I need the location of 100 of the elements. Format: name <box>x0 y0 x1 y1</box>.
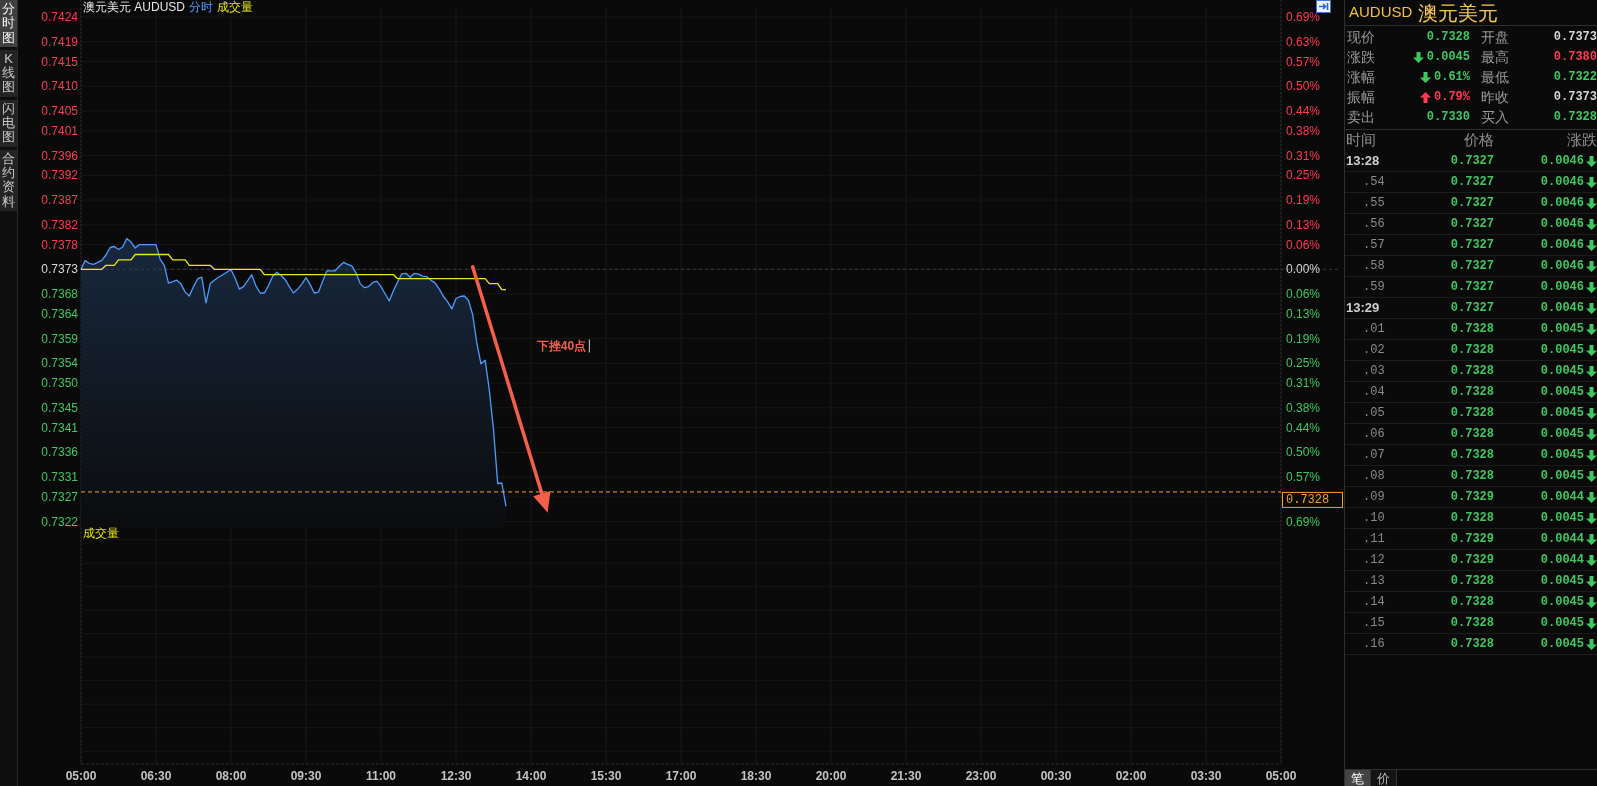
tick-time: .09 <box>1362 489 1386 506</box>
arrow-right-icon[interactable] <box>1316 0 1331 13</box>
side-tab[interactable]: 闪电图 <box>0 99 17 147</box>
price-axis-label: 0.7359 <box>41 331 78 346</box>
tick-time: .01 <box>1362 321 1386 338</box>
price-axis-label: 0.7410 <box>41 79 78 94</box>
tick-time: .07 <box>1362 447 1386 464</box>
quote-value: 0.61% <box>1434 69 1470 86</box>
time-axis-label: 00:30 <box>1040 769 1072 783</box>
quote-label: 现价 <box>1347 27 1376 47</box>
tick-change: 0.0044 <box>1539 531 1584 548</box>
tick-time: .10 <box>1362 510 1386 527</box>
quote-value: 0.0045 <box>1426 49 1470 66</box>
time-axis-label: 02:00 <box>1115 769 1147 783</box>
tick-time: .08 <box>1362 468 1386 485</box>
tick-change: 0.0045 <box>1539 342 1584 359</box>
quote-label: 涨幅 <box>1347 67 1376 87</box>
side-tab[interactable]: 合约资料 <box>0 149 17 211</box>
tick-price: 0.7327 <box>1449 216 1494 233</box>
tick-change: 0.0045 <box>1539 405 1584 422</box>
bottom-tab[interactable]: 笔 <box>1345 770 1371 786</box>
percent-axis-label: 0.57% <box>1286 470 1321 485</box>
tick-change: 0.0046 <box>1539 279 1584 296</box>
percent-axis-label: 0.31% <box>1286 376 1321 391</box>
price-axis-label: 0.7364 <box>41 306 78 321</box>
quote-label: 涨跌 <box>1347 47 1376 67</box>
time-axis-label: 21:30 <box>890 769 922 783</box>
symbol-code: AUDUSD <box>1349 2 1413 23</box>
tick-time: .54 <box>1362 174 1386 191</box>
tick-price: 0.7327 <box>1449 195 1494 212</box>
tick-price: 0.7329 <box>1449 552 1494 569</box>
percent-axis-label: 0.69% <box>1286 514 1321 529</box>
price-axis-label: 0.7345 <box>41 400 78 415</box>
percent-axis-label: 0.44% <box>1286 420 1321 435</box>
price-axis-label: 0.7424 <box>41 10 78 24</box>
percent-axis-label: 0.19% <box>1286 193 1321 208</box>
percent-axis-label: 0.06% <box>1286 237 1321 252</box>
column-header: 涨跌 <box>1566 130 1597 151</box>
tick-time: .57 <box>1362 237 1386 254</box>
tick-time: .06 <box>1362 426 1386 443</box>
tick-price: 0.7328 <box>1449 594 1494 611</box>
tick-change: 0.0045 <box>1539 615 1584 632</box>
column-header: 时间 <box>1345 130 1377 151</box>
price-axis-label: 0.7373 <box>41 262 78 277</box>
tick-change: 0.0045 <box>1539 468 1584 485</box>
tick-change: 0.0046 <box>1539 216 1584 233</box>
time-axis-label: 05:00 <box>1265 769 1297 783</box>
tick-time: .13 <box>1362 573 1386 590</box>
quote-value: 0.7328 <box>1426 29 1470 46</box>
time-axis-label: 20:00 <box>815 769 847 783</box>
percent-axis-label: 0.25% <box>1286 168 1321 183</box>
tick-price: 0.7327 <box>1449 300 1494 317</box>
tick-change: 0.0045 <box>1539 510 1584 527</box>
tick-price: 0.7327 <box>1449 174 1494 191</box>
quote-value: 0.7322 <box>1553 69 1597 86</box>
price-axis-label: 0.7331 <box>41 470 78 485</box>
time-axis-label: 11:00 <box>366 769 396 783</box>
bottom-tab[interactable]: 价 <box>1371 770 1397 786</box>
volume-pane-title: 成交量 <box>83 525 119 540</box>
price-axis-label: 0.7382 <box>41 217 78 232</box>
side-tab[interactable]: 分时图 <box>0 0 17 47</box>
tick-time: .11 <box>1362 531 1386 548</box>
tick-time: .59 <box>1362 279 1386 296</box>
price-axis-label: 0.7396 <box>41 148 78 163</box>
percent-axis-label: 0.50% <box>1286 79 1321 94</box>
annotation-text: 下挫40点 <box>536 339 587 353</box>
price-axis-label: 0.7336 <box>41 445 78 460</box>
legend-label: 分时 <box>189 0 213 15</box>
tick-change: 0.0045 <box>1539 426 1584 443</box>
tick-time: .04 <box>1362 384 1386 401</box>
percent-axis-label: 0.31% <box>1286 148 1321 163</box>
time-axis-label: 05:00 <box>65 769 97 783</box>
percent-axis-label: 0.19% <box>1286 331 1321 346</box>
tick-change: 0.0045 <box>1539 573 1584 590</box>
quote-value: 0.7330 <box>1426 109 1470 126</box>
quote-label: 最高 <box>1481 47 1510 67</box>
tick-price: 0.7328 <box>1449 342 1494 359</box>
tick-time: .15 <box>1362 615 1386 632</box>
tick-time: .56 <box>1362 216 1386 233</box>
tick-change: 0.0046 <box>1539 300 1584 317</box>
tick-time: .03 <box>1362 363 1386 380</box>
quote-label: 开盘 <box>1481 27 1510 47</box>
quote-label: 最低 <box>1481 67 1510 87</box>
time-axis-label: 17:00 <box>665 769 697 783</box>
tick-price: 0.7328 <box>1449 468 1494 485</box>
percent-axis-label: 0.57% <box>1286 54 1321 69</box>
tick-change: 0.0045 <box>1539 447 1584 464</box>
percent-axis-label: 0.50% <box>1286 445 1321 460</box>
tick-change: 0.0044 <box>1539 489 1584 506</box>
percent-axis-label: 0.00% <box>1286 262 1321 277</box>
tick-time: .12 <box>1362 552 1386 569</box>
text-cursor-icon <box>588 339 590 353</box>
tick-price: 0.7328 <box>1449 510 1494 527</box>
chart-title: 澳元美元 AUDUSD <box>83 0 185 15</box>
quote-value: 0.79% <box>1434 89 1470 106</box>
price-axis-label: 0.7350 <box>41 376 78 391</box>
price-axis-label: 0.7368 <box>41 287 78 302</box>
time-axis-label: 12:30 <box>440 769 472 783</box>
side-tab[interactable]: K线图 <box>0 49 17 97</box>
price-axis-label: 0.7327 <box>41 489 78 504</box>
